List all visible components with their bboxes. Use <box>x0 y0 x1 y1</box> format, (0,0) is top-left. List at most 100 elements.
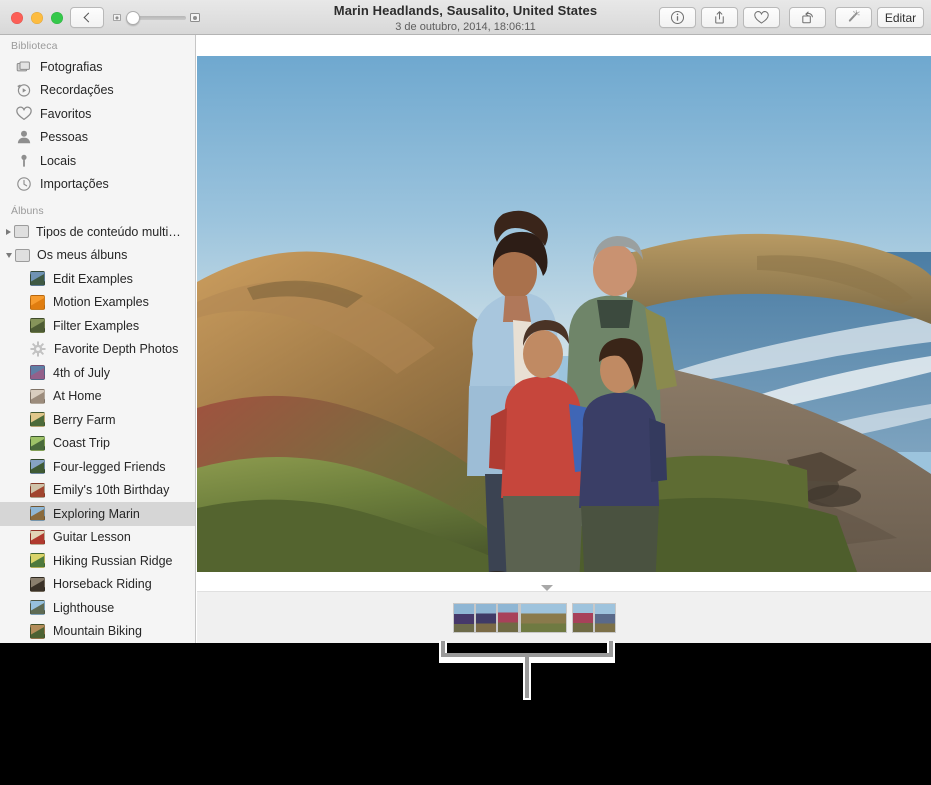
sidebar-group-media-types[interactable]: Tipos de conteúdo multi… <box>0 220 195 244</box>
slider-knob[interactable] <box>126 11 140 25</box>
enhance-button[interactable] <box>835 7 872 28</box>
sidebar-album-item[interactable]: Four-legged Friends <box>0 455 195 479</box>
sidebar-album-item[interactable]: Berry Farm <box>0 408 195 432</box>
minimize-button[interactable] <box>31 12 43 24</box>
sidebar-item-pessoas[interactable]: Pessoas <box>0 126 195 150</box>
thumbnail-item[interactable] <box>572 603 594 633</box>
sidebar-album-item[interactable]: Edit Examples <box>0 267 195 291</box>
sidebar-item-label: Favoritos <box>40 106 92 121</box>
sidebar-group-label: Os meus álbuns <box>37 248 128 263</box>
info-button[interactable] <box>659 7 696 28</box>
magic-wand-icon <box>848 10 860 22</box>
folder-icon <box>14 225 29 239</box>
thumbnail-zoom-slider[interactable] <box>112 8 200 27</box>
sidebar-album-item[interactable]: At Home <box>0 385 195 409</box>
sidebar-album-item[interactable]: 4th of July <box>0 361 195 385</box>
thumbnail-item[interactable] <box>475 603 497 633</box>
sidebar-album-label: Coast Trip <box>53 436 110 451</box>
share-button[interactable] <box>701 7 738 28</box>
sidebar-album-label: Hiking Russian Ridge <box>53 553 173 568</box>
memories-clock-icon <box>17 84 31 97</box>
favorite-button[interactable] <box>743 7 780 28</box>
sidebar-album-label: Favorite Depth Photos <box>54 342 179 357</box>
sidebar-album-item[interactable]: Guitar Lesson <box>0 526 195 550</box>
album-thumbnail <box>30 294 45 310</box>
sidebar-album-item[interactable]: Emily's 10th Birthday <box>0 479 195 503</box>
rotate-button[interactable] <box>789 7 826 28</box>
sidebar-item-label: Pessoas <box>40 130 88 145</box>
sidebar-album-label: Filter Examples <box>53 318 140 333</box>
sidebar-album-item[interactable]: Motion Examples <box>0 291 195 315</box>
chevron-right-icon[interactable] <box>6 228 11 235</box>
sidebar-item-recordacoes[interactable]: Recordações <box>0 79 195 103</box>
sidebar-album-label: Exploring Marin <box>53 506 140 521</box>
sidebar-item-importacoes[interactable]: Importações <box>0 173 195 197</box>
thumb-group-right[interactable] <box>572 603 616 633</box>
album-thumbnail <box>30 553 45 569</box>
sidebar-album-label: Edit Examples <box>53 271 133 286</box>
album-thumbnail <box>30 576 45 592</box>
sidebar-item-locais[interactable]: Locais <box>0 149 195 173</box>
thumbnail-strip[interactable] <box>197 585 931 643</box>
thumbnail-item[interactable] <box>497 603 519 633</box>
album-thumbnail <box>30 529 45 545</box>
thumbnail-item[interactable] <box>594 603 616 633</box>
heart-icon <box>16 106 32 120</box>
gear-icon <box>30 341 46 357</box>
album-thumbnail <box>30 600 45 616</box>
photos-app-window: Marin Headlands, Sausalito, United State… <box>0 0 931 643</box>
photo-viewer <box>197 35 931 643</box>
info-circle-icon <box>670 10 685 25</box>
sidebar-item-label: Fotografias <box>40 59 103 74</box>
sidebar-album-item[interactable]: Mountain Biking <box>0 620 195 644</box>
sidebar-album-label: Lighthouse <box>53 600 115 615</box>
sidebar-album-item[interactable]: Lighthouse <box>0 596 195 620</box>
sidebar-group-label: Tipos de conteúdo multi… <box>36 224 181 239</box>
sidebar-album-item[interactable]: Filter Examples <box>0 314 195 338</box>
sidebar-group-my-albums[interactable]: Os meus álbuns <box>0 244 195 268</box>
album-list: Edit Examples Motion Examples Filter Examp… <box>0 267 195 643</box>
sidebar-item-label: Importações <box>40 177 109 192</box>
triangle-down-icon <box>541 585 553 591</box>
share-arrow-icon <box>715 11 724 24</box>
sidebar-album-label: Motion Examples <box>53 295 149 310</box>
back-button[interactable] <box>70 7 104 28</box>
album-thumbnail <box>30 435 45 451</box>
maximize-button[interactable] <box>51 12 63 24</box>
edit-button-label: Editar <box>884 10 917 25</box>
album-thumbnail <box>30 506 45 522</box>
sidebar-album-label: Berry Farm <box>53 412 116 427</box>
close-button[interactable] <box>11 12 23 24</box>
sidebar-album-item[interactable]: Coast Trip <box>0 432 195 456</box>
small-thumbnail-icon <box>113 13 121 22</box>
sidebar-album-item[interactable]: Exploring Marin <box>0 502 195 526</box>
folder-icon <box>15 248 30 262</box>
sidebar-album-label: At Home <box>53 389 102 404</box>
sidebar-item-fotografias[interactable]: Fotografias <box>0 55 195 79</box>
thumb-group-center[interactable] <box>520 603 567 633</box>
thumbnail-item[interactable] <box>453 603 475 633</box>
album-thumbnail <box>30 459 45 475</box>
edit-button[interactable]: Editar <box>877 7 924 28</box>
sidebar[interactable]: Biblioteca Fotografias Recordações Favor… <box>0 35 196 643</box>
window-titlebar: Marin Headlands, Sausalito, United State… <box>0 0 931 35</box>
page-background <box>0 643 931 785</box>
map-pin-icon <box>21 154 27 167</box>
album-thumbnail <box>30 271 45 287</box>
sidebar-album-item[interactable]: Horseback Riding <box>0 573 195 597</box>
main-photo[interactable] <box>197 56 931 572</box>
sidebar-item-label: Locais <box>40 153 77 168</box>
rotate-left-icon <box>802 11 813 24</box>
album-thumbnail <box>30 318 45 334</box>
sidebar-album-label: Horseback Riding <box>53 577 152 592</box>
sidebar-album-label: Mountain Biking <box>53 624 142 639</box>
sidebar-album-item[interactable]: Favorite Depth Photos <box>0 338 195 362</box>
album-thumbnail <box>30 388 45 404</box>
heart-icon <box>754 10 769 24</box>
sidebar-album-item[interactable]: Hiking Russian Ridge <box>0 549 195 573</box>
clock-icon <box>17 177 31 192</box>
thumbnail-item[interactable] <box>520 603 567 633</box>
chevron-down-icon[interactable] <box>6 252 12 258</box>
album-thumbnail <box>30 412 45 428</box>
sidebar-item-favoritos[interactable]: Favoritos <box>0 102 195 126</box>
